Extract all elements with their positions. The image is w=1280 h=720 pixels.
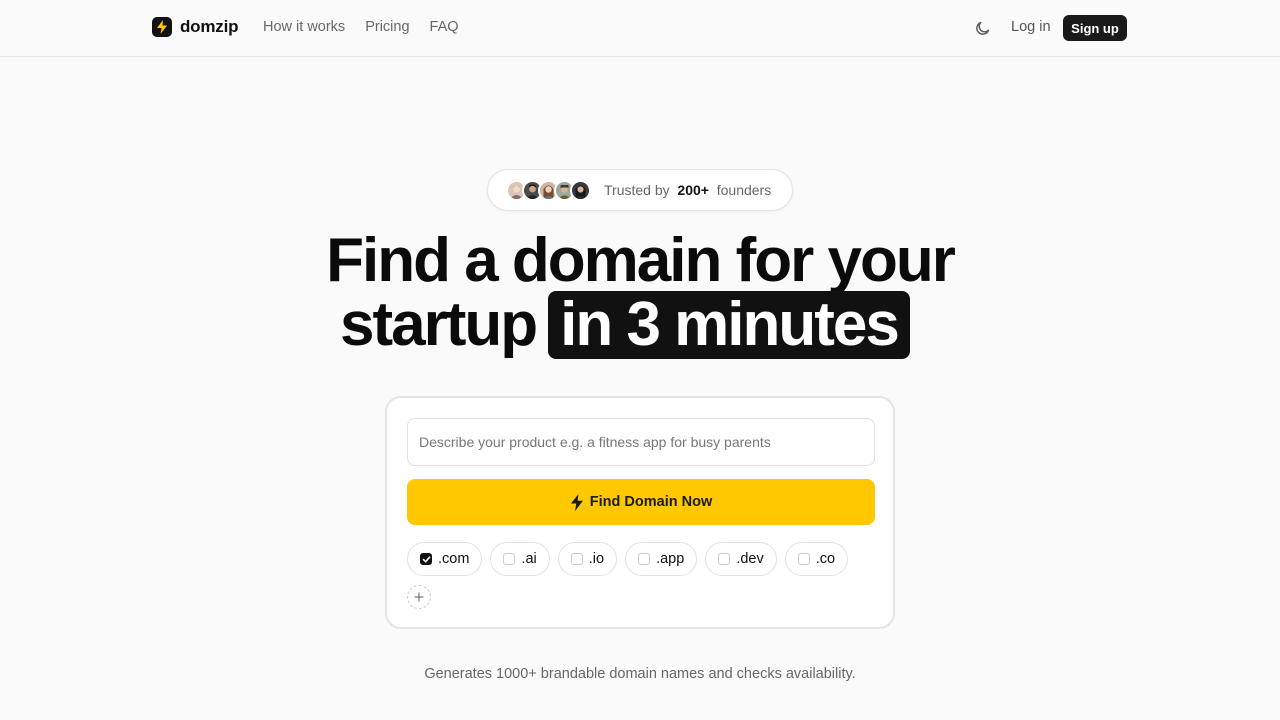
checkbox-icon[interactable] [718, 553, 731, 565]
find-domain-button[interactable]: Find Domain Now [407, 479, 875, 525]
checkbox-icon[interactable] [797, 553, 810, 565]
top-navbar: domzip How it works Pricing FAQ Log in S… [0, 0, 1280, 57]
find-domain-label: Find Domain Now [589, 494, 713, 510]
tld-label: .com [438, 551, 470, 567]
checkbox-icon[interactable] [570, 553, 583, 565]
headline-line-2: startup in 3 minutes [340, 291, 910, 359]
add-tld-button[interactable] [407, 585, 431, 609]
lightning-icon [570, 493, 584, 511]
headline-highlight: in 3 minutes [548, 291, 910, 359]
lightning-logo-icon [152, 17, 172, 37]
tld-option-co[interactable]: .co [784, 542, 849, 576]
tld-label: .ai [521, 551, 537, 567]
brand-name: domzip [180, 17, 239, 36]
trust-count: 200+ [677, 182, 709, 198]
tld-label: .io [588, 551, 605, 567]
brand-logo[interactable]: domzip [152, 17, 238, 37]
main-nav: How it works Pricing FAQ [263, 19, 459, 35]
nav-how-it-works[interactable]: How it works [263, 19, 345, 35]
domain-search-card: Find Domain Now .com .ai .io .app .dev .… [385, 396, 895, 629]
headline-line-1: Find a domain for your [326, 226, 956, 295]
nav-faq[interactable]: FAQ [430, 19, 459, 35]
checkbox-icon[interactable] [503, 553, 516, 565]
tld-option-app[interactable]: .app [625, 542, 698, 576]
trust-suffix: founders [716, 182, 772, 198]
generation-info-text: Generates 1000+ brandable domain names a… [424, 666, 856, 682]
tld-option-ai[interactable]: .ai [490, 542, 550, 576]
tld-label: .app [656, 551, 685, 567]
trust-badge: Trusted by 200+ founders [487, 169, 793, 211]
tld-label: .dev [736, 551, 764, 567]
login-link[interactable]: Log in [1011, 19, 1051, 35]
tld-options: .com .ai .io .app .dev .co [407, 542, 849, 576]
signup-button[interactable]: Sign up [1063, 15, 1127, 41]
product-description-input[interactable] [407, 418, 875, 466]
nav-pricing[interactable]: Pricing [365, 19, 409, 35]
headline-plain: startup [340, 290, 538, 359]
avatar [570, 180, 591, 201]
checkbox-icon[interactable] [638, 553, 651, 565]
tld-option-io[interactable]: .io [557, 542, 618, 576]
tld-option-dev[interactable]: .dev [705, 542, 777, 576]
trust-text: Trusted by 200+ founders [604, 182, 771, 198]
tld-label: .co [815, 551, 836, 567]
trust-prefix: Trusted by [604, 182, 670, 198]
checkbox-checked-icon[interactable] [420, 553, 432, 565]
tld-option-com[interactable]: .com [407, 542, 483, 576]
plus-icon [414, 592, 424, 602]
moon-icon[interactable] [974, 19, 992, 37]
